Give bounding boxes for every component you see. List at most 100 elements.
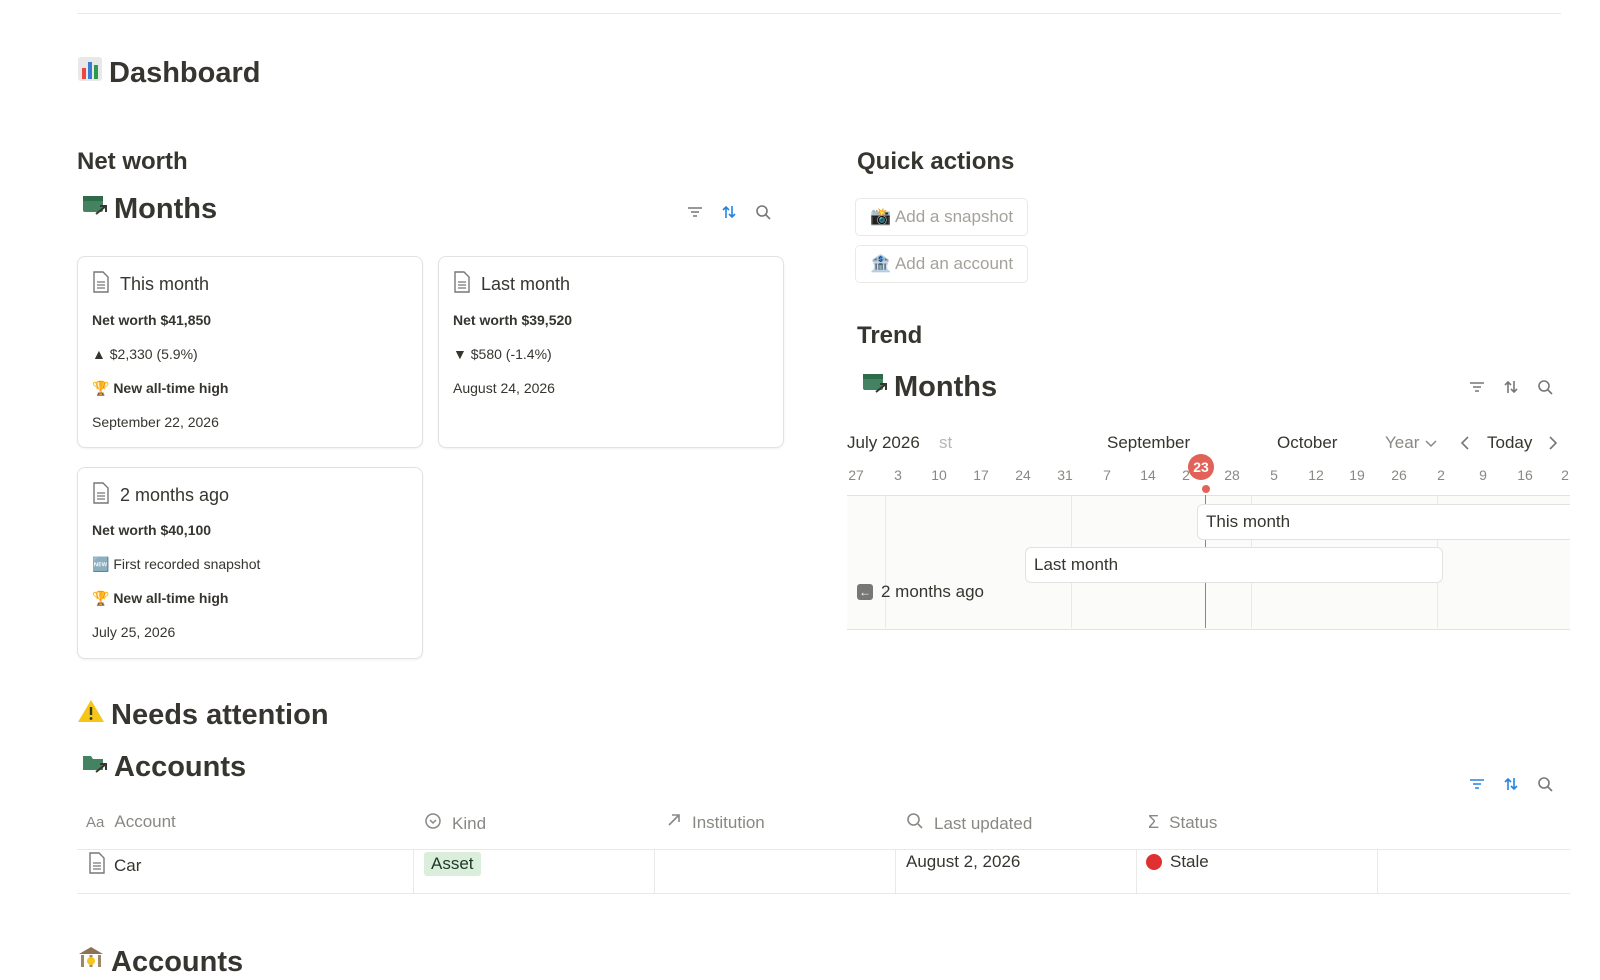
all-time-high-badge: 🏆 New all-time high: [92, 590, 229, 606]
column-header-kind[interactable]: Kind: [424, 812, 486, 835]
table-row-account-cell[interactable]: Car: [88, 852, 141, 879]
timeline-item-this-month[interactable]: This month: [1197, 504, 1570, 540]
card-this-month[interactable]: This month Net worth $41,850 ▲ $2,330 (5…: [77, 256, 423, 448]
tick-label: 31: [1057, 467, 1073, 483]
bank-icon: [77, 944, 105, 980]
needs-attention-heading: Needs attention: [77, 698, 329, 732]
trend-toolbar: [1468, 378, 1554, 396]
filter-icon[interactable]: [1468, 775, 1486, 793]
card-last-month[interactable]: Last month Net worth $39,520 ▼ $580 (-1.…: [438, 256, 784, 448]
tick-label: 27: [848, 467, 864, 483]
text-type-icon: Aa: [86, 813, 105, 831]
table-row-kind-cell[interactable]: Asset: [424, 852, 481, 876]
net-worth-value: Net worth $39,520: [453, 312, 573, 328]
net-worth-value: Net worth $40,100: [92, 522, 212, 538]
snapshot-date: August 24, 2026: [453, 380, 555, 396]
quick-actions-heading: Quick actions: [857, 148, 1015, 175]
change-value: ▲ $2,330 (5.9%): [92, 346, 198, 362]
today-dot: [1202, 485, 1210, 493]
tick-label: 28: [1224, 467, 1240, 483]
timeline-item-last-month[interactable]: Last month: [1025, 547, 1443, 583]
month-label: July 2026: [847, 433, 920, 452]
sort-icon[interactable]: [1502, 378, 1520, 396]
folder-arrow-icon: [82, 750, 108, 784]
tick-label: 16: [1517, 467, 1533, 483]
accounts-db-title[interactable]: Accounts: [82, 750, 246, 784]
snapshot-date: July 25, 2026: [92, 624, 176, 640]
tick-label: 12: [1308, 467, 1324, 483]
filter-icon[interactable]: [1468, 378, 1486, 396]
tick-label: 7: [1103, 467, 1111, 483]
tick-label: 9: [1479, 467, 1487, 483]
table-row-status-cell[interactable]: Stale: [1146, 852, 1209, 872]
net-worth-value: Net worth $41,850: [92, 312, 212, 328]
chevron-down-icon: [1425, 433, 1437, 453]
kind-tag: Asset: [424, 852, 481, 876]
net-worth-heading: Net worth: [77, 148, 188, 175]
tick-label: 24: [1015, 467, 1031, 483]
first-snapshot-note: 🆕 First recorded snapshot: [92, 556, 261, 572]
sort-icon[interactable]: [1502, 775, 1520, 793]
tick-label: 3: [894, 467, 902, 483]
add-snapshot-button[interactable]: 📸 Add a snapshot: [855, 198, 1029, 236]
search-icon[interactable]: [1536, 775, 1554, 793]
snapshot-date: September 22, 2026: [92, 414, 219, 430]
column-header-status[interactable]: Σ Status: [1148, 812, 1217, 833]
calendar-arrow-icon: [82, 192, 108, 226]
search-icon[interactable]: [1536, 378, 1554, 396]
tick-label: 17: [973, 467, 989, 483]
accounts-toolbar: [1468, 775, 1554, 793]
tick-label: 14: [1140, 467, 1156, 483]
top-divider: [77, 13, 1561, 14]
card-title: This month: [120, 274, 210, 294]
formula-sigma-icon: Σ: [1148, 812, 1160, 832]
lookup-search-icon: [906, 812, 924, 835]
card-2-months-ago[interactable]: 2 months ago Net worth $40,100 🆕 First r…: [77, 467, 423, 659]
card-title: 2 months ago: [120, 485, 230, 505]
filter-icon[interactable]: [686, 203, 704, 221]
range-select[interactable]: Year: [1385, 433, 1437, 453]
page-title: Dashboard: [77, 56, 260, 90]
sort-icon[interactable]: [720, 203, 738, 221]
timeline-view: July 2026 st September October Year Toda…: [847, 425, 1570, 635]
column-header-last-updated[interactable]: Last updated: [906, 812, 1032, 835]
trend-heading: Trend: [857, 322, 923, 349]
warning-icon: [77, 698, 105, 732]
page-icon: [453, 271, 471, 298]
calendar-arrow-icon: [862, 370, 888, 404]
search-icon[interactable]: [754, 203, 772, 221]
red-circle-icon: [1146, 854, 1162, 870]
column-header-institution[interactable]: Institution: [666, 812, 765, 833]
months-toolbar: [686, 203, 772, 221]
all-time-high-badge: 🏆 New all-time high: [92, 380, 229, 396]
card-title: Last month: [481, 274, 571, 294]
change-value: ▼ $580 (-1.4%): [453, 346, 552, 362]
arrow-left-icon[interactable]: ←: [857, 584, 873, 600]
bar-chart-icon: [77, 56, 103, 90]
column-header-account[interactable]: Aa Account: [86, 812, 176, 832]
today-button[interactable]: Today: [1487, 433, 1532, 453]
tick-label: 26: [1391, 467, 1407, 483]
tick-label: 5: [1270, 467, 1278, 483]
tick-label: 10: [931, 467, 947, 483]
tick-label: 2: [1437, 467, 1445, 483]
accounts-heading: Accounts: [77, 944, 243, 980]
relation-arrow-icon: [666, 812, 682, 833]
prev-arrow-icon[interactable]: [1459, 433, 1471, 458]
month-label: September: [1107, 433, 1191, 452]
tick-label: 2: [1561, 467, 1569, 483]
today-marker: 23: [1188, 454, 1214, 480]
select-type-icon: [424, 812, 442, 835]
tick-label: 19: [1349, 467, 1365, 483]
page-icon: [88, 852, 106, 879]
trend-months-db-title[interactable]: Months: [862, 370, 997, 404]
month-label: October: [1277, 433, 1338, 452]
timeline-item-2-months-ago[interactable]: 2 months ago: [873, 575, 1039, 609]
add-account-button[interactable]: 🏦 Add an account: [855, 245, 1029, 283]
months-db-title[interactable]: Months: [82, 192, 217, 226]
next-arrow-icon[interactable]: [1547, 433, 1559, 458]
table-row-last-updated-cell[interactable]: August 2, 2026: [906, 852, 1020, 872]
page-icon: [92, 271, 110, 298]
page-icon: [92, 482, 110, 509]
month-label: st: [939, 433, 953, 452]
